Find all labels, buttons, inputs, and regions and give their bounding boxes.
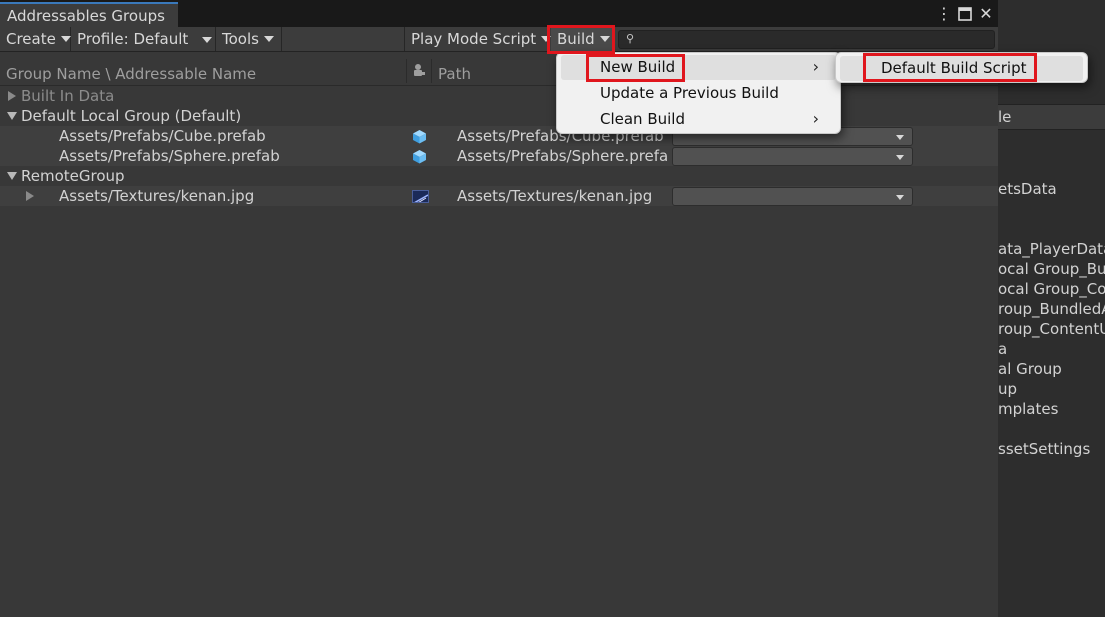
profile-label: Profile: Default: [77, 30, 189, 48]
expand-arrow-icon[interactable]: [26, 191, 34, 201]
window-tab[interactable]: Addressables Groups: [0, 2, 178, 27]
column-divider[interactable]: [431, 59, 432, 83]
window-title: Addressables Groups: [7, 7, 165, 25]
menu-item-update-previous-build[interactable]: Update a Previous Build: [561, 81, 836, 106]
submenu-item-label: Default Build Script: [881, 59, 1027, 77]
background-item[interactable]: a: [998, 340, 1007, 358]
background-project-panel: le etsData ata_PlayerData ocal Group_Bun…: [998, 0, 1105, 617]
background-item[interactable]: al Group: [998, 360, 1062, 378]
group-name: Built In Data: [21, 87, 115, 105]
group-name: Default Local Group (Default): [21, 107, 242, 125]
entry-type-column-icon[interactable]: [413, 63, 426, 81]
path-column-header[interactable]: Path: [438, 65, 471, 83]
collapse-arrow-icon[interactable]: [7, 112, 17, 120]
toolbar: Create Profile: Default Tools Play Mode …: [0, 27, 998, 52]
build-label: Build: [557, 30, 595, 48]
background-header-text: le: [998, 108, 1012, 126]
entry-path: Assets/Prefabs/Sphere.prefab: [457, 147, 667, 165]
tools-dropdown[interactable]: Tools: [216, 27, 282, 51]
menu-item-label: Clean Build: [600, 110, 685, 128]
background-item[interactable]: roup_ContentU: [998, 320, 1105, 338]
background-item[interactable]: ssetSettings: [998, 440, 1090, 458]
tools-label: Tools: [222, 30, 259, 48]
background-panel-header: le: [998, 104, 1105, 130]
build-menu: New Build › Update a Previous Build Clea…: [556, 52, 841, 134]
menu-item-label: Update a Previous Build: [600, 84, 779, 102]
chevron-down-icon: [541, 36, 552, 42]
menu-item-clean-build[interactable]: Clean Build ›: [561, 107, 836, 132]
groups-tree: Built In Data Default Local Group (Defau…: [0, 86, 998, 617]
chevron-down-icon: [202, 37, 212, 43]
entry-row[interactable]: Assets/Textures/kenan.jpg Assets/Texture…: [0, 186, 998, 206]
maximize-icon[interactable]: [956, 4, 974, 24]
entry-row[interactable]: Assets/Prefabs/Sphere.prefab Assets/Pref…: [0, 146, 998, 166]
entry-name: Assets/Prefabs/Cube.prefab: [59, 127, 266, 145]
group-row[interactable]: Built In Data: [0, 86, 998, 106]
chevron-down-icon: [896, 155, 904, 160]
window-tab-bar: Addressables Groups ⋮ ✕: [0, 0, 998, 27]
group-name-column-header[interactable]: Group Name \ Addressable Name: [6, 65, 256, 83]
entry-name: Assets/Prefabs/Sphere.prefab: [59, 147, 280, 165]
build-dropdown[interactable]: Build: [551, 27, 614, 51]
background-item[interactable]: mplates: [998, 400, 1058, 418]
chevron-down-icon: [896, 195, 904, 200]
menu-item-new-build[interactable]: New Build ›: [561, 55, 836, 80]
cube-prefab-icon: [413, 130, 426, 144]
chevron-down-icon: [896, 135, 904, 140]
group-row[interactable]: Default Local Group (Default): [0, 106, 998, 126]
background-item[interactable]: up: [998, 380, 1017, 398]
entry-row[interactable]: Assets/Prefabs/Cube.prefab Assets/Prefab…: [0, 126, 998, 146]
addressables-groups-window: Addressables Groups ⋮ ✕ Create Profile: …: [0, 0, 998, 617]
collapse-arrow-icon[interactable]: [7, 172, 17, 180]
create-dropdown[interactable]: Create: [0, 27, 71, 51]
background-item[interactable]: roup_BundledA: [998, 300, 1105, 318]
chevron-down-icon: [263, 36, 274, 42]
entry-labels-dropdown[interactable]: [672, 187, 913, 206]
submenu-item-default-build-script[interactable]: Default Build Script: [840, 56, 1083, 81]
background-item[interactable]: ocal Group_Bun: [998, 260, 1105, 278]
group-name: RemoteGroup: [21, 167, 125, 185]
cube-prefab-icon: [413, 150, 426, 164]
create-label: Create: [6, 30, 56, 48]
chevron-right-icon: ›: [812, 109, 819, 128]
chevron-down-icon: [599, 36, 610, 42]
expand-arrow-icon[interactable]: [8, 91, 16, 101]
background-item[interactable]: ata_PlayerData: [998, 240, 1105, 258]
chevron-down-icon: [60, 36, 71, 42]
search-icon: ⚲: [626, 32, 635, 45]
new-build-submenu: Default Build Script: [835, 52, 1088, 83]
entry-labels-dropdown[interactable]: [672, 147, 913, 166]
menu-item-label: New Build: [600, 58, 676, 76]
background-item[interactable]: etsData: [998, 180, 1057, 198]
chevron-right-icon: ›: [812, 57, 819, 76]
group-row[interactable]: RemoteGroup: [0, 166, 998, 186]
play-mode-script-dropdown[interactable]: Play Mode Script: [404, 27, 552, 51]
more-options-icon[interactable]: ⋮: [936, 4, 952, 24]
column-divider[interactable]: [406, 59, 407, 83]
close-icon[interactable]: ✕: [977, 4, 995, 24]
play-mode-label: Play Mode Script: [411, 30, 537, 48]
entry-path: Assets/Textures/kenan.jpg: [457, 187, 653, 205]
search-field[interactable]: ⚲: [618, 30, 995, 49]
entry-name: Assets/Textures/kenan.jpg: [59, 187, 255, 205]
texture-thumbnail-icon: [412, 190, 429, 203]
background-item[interactable]: ocal Group_Con: [998, 280, 1105, 298]
profile-dropdown[interactable]: Profile: Default: [71, 27, 216, 51]
